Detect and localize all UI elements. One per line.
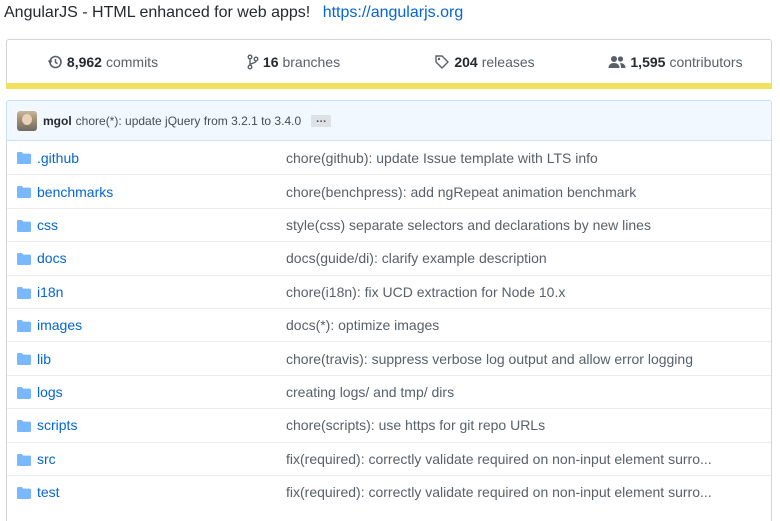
file-name-link[interactable]: docs bbox=[37, 250, 67, 266]
folder-icon bbox=[17, 185, 31, 199]
folder-icon bbox=[17, 219, 31, 232]
file-row[interactable]: scripts chore(scripts): use https for git… bbox=[7, 408, 771, 441]
repo-description: AngularJS - HTML enhanced for web apps! … bbox=[4, 2, 463, 24]
file-name-link[interactable]: test bbox=[37, 484, 60, 500]
file-row[interactable]: lib chore(travis): suppress verbose log o… bbox=[7, 341, 771, 374]
history-icon bbox=[47, 54, 63, 70]
file-commit-message[interactable]: fix(required): correctly validate requir… bbox=[286, 451, 726, 467]
folder-icon bbox=[17, 419, 31, 433]
latest-commit-bar: mgol chore(*): update jQuery from 3.2.1 … bbox=[6, 100, 772, 141]
file-row[interactable]: src fix(required): correctly validate req… bbox=[7, 441, 771, 475]
file-commit-message[interactable]: docs(*): optimize images bbox=[286, 317, 726, 333]
file-row[interactable]: docs docs(guide/di): clarify example desc… bbox=[7, 241, 771, 274]
file-row[interactable]: css style(css) separate selectors and dec… bbox=[7, 207, 771, 241]
commits-count: 8,962 bbox=[66, 54, 102, 70]
file-commit-message[interactable]: chore(scripts): use https for git repo U… bbox=[286, 417, 726, 433]
tag-icon bbox=[434, 54, 450, 70]
commit-message[interactable]: chore(*): update jQuery from 3.2.1 to 3.… bbox=[76, 114, 301, 128]
file-commit-message[interactable]: chore(github): update Issue template wit… bbox=[286, 150, 726, 166]
commits-label: commits bbox=[105, 54, 159, 70]
folder-icon bbox=[17, 486, 31, 499]
file-row[interactable]: i18n chore(i18n): fix UCD extraction for … bbox=[7, 274, 771, 308]
file-commit-message[interactable]: chore(benchpress): add ngRepeat animatio… bbox=[286, 184, 726, 200]
file-name-link[interactable]: images bbox=[37, 317, 82, 333]
releases-link[interactable]: 204 releases bbox=[389, 54, 580, 70]
file-list: .github chore(github): update Issue templ… bbox=[6, 141, 772, 521]
folder-icon bbox=[17, 352, 31, 366]
contributors-count: 1,595 bbox=[630, 54, 666, 70]
file-commit-message[interactable]: chore(i18n): fix UCD extraction for Node… bbox=[286, 284, 726, 300]
releases-label: releases bbox=[481, 54, 535, 70]
file-commit-message[interactable]: docs(guide/di): clarify example descript… bbox=[286, 250, 726, 266]
folder-icon bbox=[17, 252, 31, 266]
file-name-link[interactable]: i18n bbox=[37, 284, 63, 300]
file-commit-message[interactable]: creating logs/ and tmp/ dirs bbox=[286, 384, 726, 400]
avatar[interactable] bbox=[17, 110, 37, 131]
file-row[interactable]: test fix(required): correctly validate re… bbox=[7, 474, 771, 508]
commits-link[interactable]: 8,962 commits bbox=[7, 54, 198, 70]
file-name-link[interactable]: logs bbox=[37, 384, 63, 400]
commit-author[interactable]: mgol bbox=[43, 114, 72, 128]
file-commit-message[interactable]: style(css) separate selectors and declar… bbox=[286, 217, 726, 233]
file-name-link[interactable]: css bbox=[37, 217, 58, 233]
folder-icon bbox=[17, 386, 31, 399]
file-name-link[interactable]: benchmarks bbox=[37, 184, 113, 200]
language-bar[interactable] bbox=[6, 83, 772, 89]
repo-description-text: AngularJS - HTML enhanced for web apps! bbox=[4, 4, 311, 21]
numbers-summary: 8,962 commits 16 branches 204 releases 1… bbox=[6, 39, 772, 89]
contributors-link[interactable]: 1,595 contributors bbox=[580, 54, 771, 70]
folder-icon bbox=[17, 286, 31, 299]
branches-count: 16 bbox=[262, 54, 279, 70]
file-row[interactable]: .github chore(github): update Issue templ… bbox=[7, 141, 771, 174]
file-name-link[interactable]: scripts bbox=[37, 417, 77, 433]
branches-label: branches bbox=[282, 54, 341, 70]
file-row[interactable]: benchmarks chore(benchpress): add ngRepea… bbox=[7, 174, 771, 207]
file-row[interactable]: logs creating logs/ and tmp/ dirs bbox=[7, 374, 771, 408]
file-name-link[interactable]: .github bbox=[37, 150, 79, 166]
folder-icon bbox=[17, 319, 31, 332]
file-row[interactable]: images docs(*): optimize images bbox=[7, 307, 771, 341]
folder-icon bbox=[17, 151, 31, 164]
folder-icon bbox=[17, 453, 31, 466]
file-name-link[interactable]: src bbox=[37, 451, 56, 467]
file-name-link[interactable]: lib bbox=[37, 351, 51, 367]
file-commit-message[interactable]: fix(required): correctly validate requir… bbox=[286, 484, 726, 500]
file-commit-message[interactable]: chore(travis): suppress verbose log outp… bbox=[286, 351, 726, 367]
people-icon bbox=[608, 54, 626, 70]
branch-icon bbox=[247, 54, 259, 70]
branches-link[interactable]: 16 branches bbox=[198, 54, 389, 70]
expand-commit-button[interactable]: … bbox=[311, 113, 332, 127]
repo-homepage-link[interactable]: https://angularjs.org bbox=[323, 4, 464, 21]
releases-count: 204 bbox=[454, 54, 478, 70]
contributors-label: contributors bbox=[669, 54, 743, 70]
